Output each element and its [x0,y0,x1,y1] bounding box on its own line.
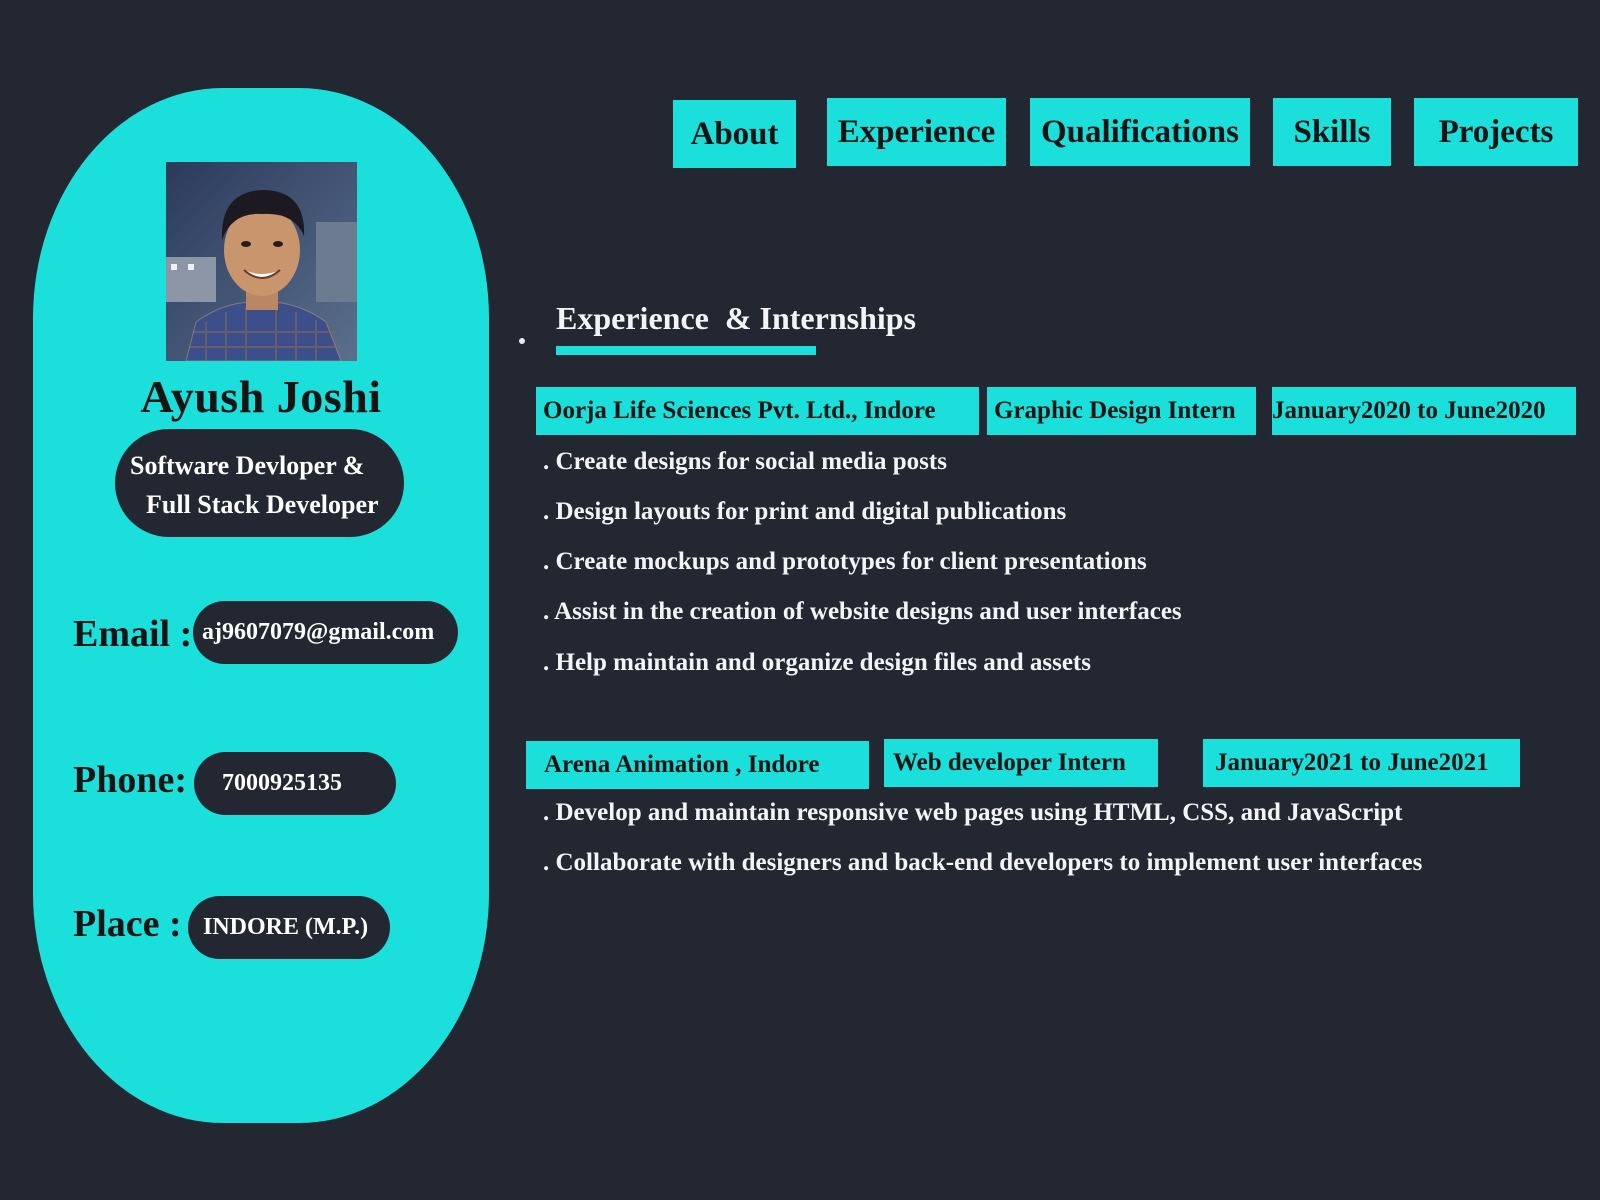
company-tag: Arena Animation , Indore [526,741,869,789]
job-title-line: Full Stack Developer [146,490,379,519]
period-tag: January2021 to June2021 [1203,739,1520,787]
profile-card: Ayush Joshi Software Devloper & Full Sta… [33,88,489,1123]
tab-experience[interactable]: Experience [827,98,1006,166]
duty-item: . Create designs for social media posts [543,448,947,475]
duty-item: . Design layouts for print and digital p… [543,498,1067,525]
duty-item: . Create mockups and prototypes for clie… [543,548,1147,575]
duty-item: . Assist in the creation of website desi… [543,598,1182,625]
role-tag: Graphic Design Intern [987,387,1256,435]
period-tag: January2020 to June2020 [1272,387,1576,435]
section-bullet [519,338,525,344]
job-title-line: Software Devloper & [130,451,365,480]
email-label: Email : [73,613,193,655]
section-underline [556,346,816,355]
duty-item: . Help maintain and organize design file… [543,649,1091,676]
avatar-photo [166,162,357,361]
duty-item: . Collaborate with designers and back-en… [543,849,1423,876]
avatar [166,162,357,361]
place-label: Place : [73,903,182,945]
tab-about[interactable]: About [673,100,796,168]
place-value: INDORE (M.P.) [188,896,390,959]
phone-value[interactable]: 7000925135 [194,752,396,815]
tab-projects[interactable]: Projects [1414,98,1578,166]
role-tag: Web developer Intern [884,739,1158,787]
tab-skills[interactable]: Skills [1273,98,1391,166]
email-value[interactable]: aj9607079@gmail.com [193,601,458,664]
company-tag: Oorja Life Sciences Pvt. Ltd., Indore [536,387,979,435]
duty-item: . Develop and maintain responsive web pa… [543,799,1403,826]
tab-qualifications[interactable]: Qualifications [1030,98,1250,166]
job-title-badge: Software Devloper & Full Stack Developer [115,429,404,537]
phone-label: Phone: [73,759,187,801]
section-heading: Experience & Internships [556,300,916,336]
profile-name: Ayush Joshi [140,371,382,422]
